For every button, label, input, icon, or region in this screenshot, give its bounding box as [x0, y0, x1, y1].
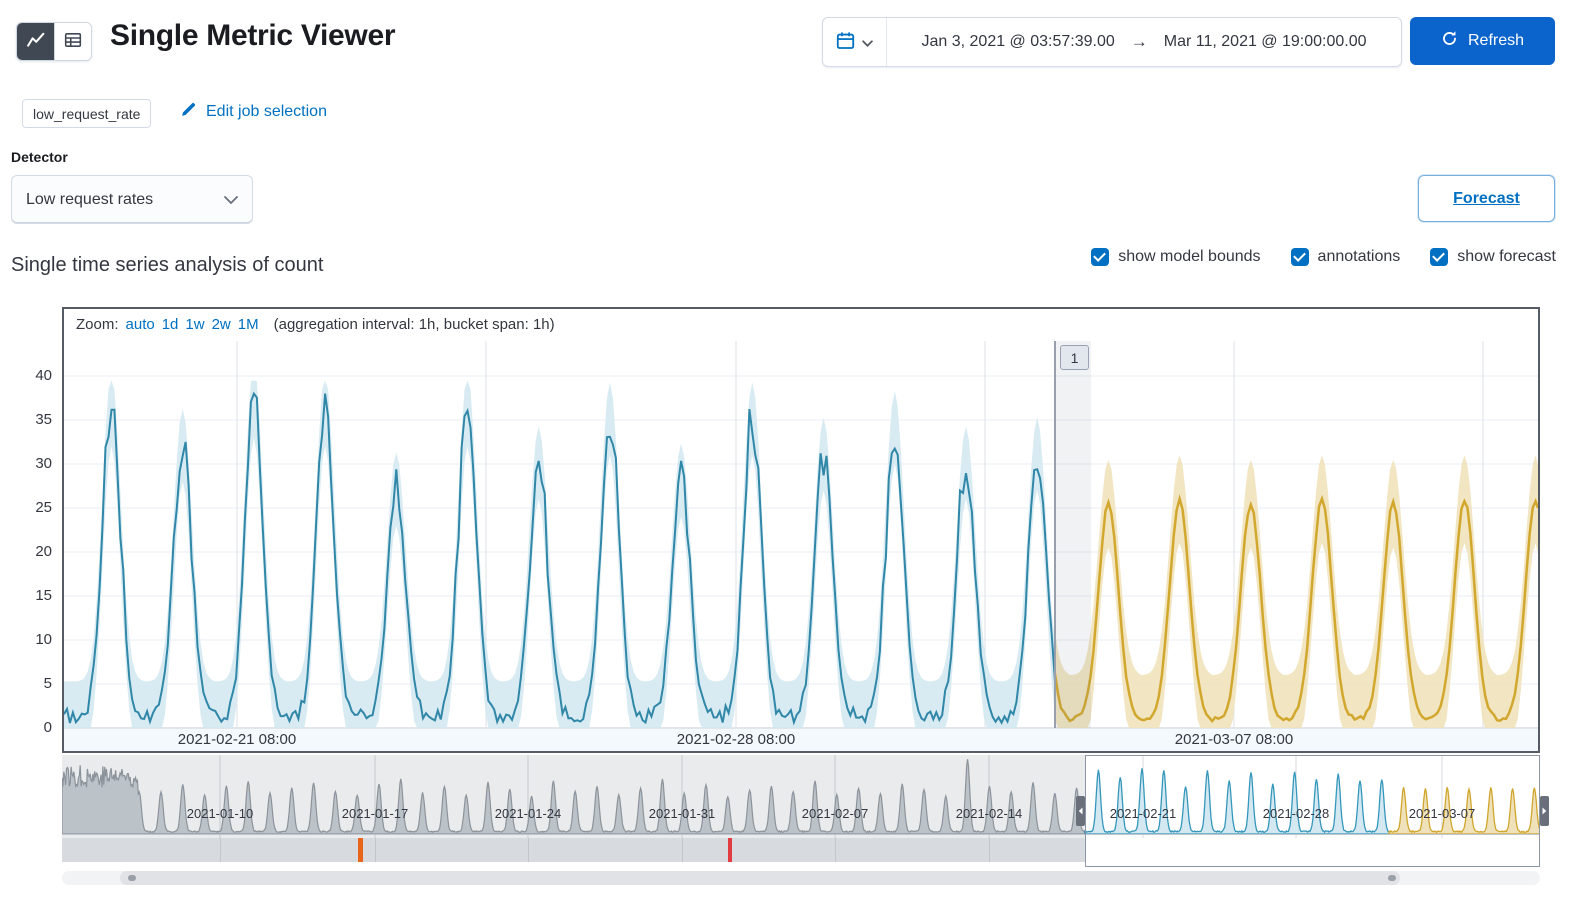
x-axis-tick: 2021-02-28 08:00: [676, 731, 796, 748]
focus-chart-container: Zoom: auto 1d 1w 2w 1M (aggregation inte…: [62, 307, 1540, 753]
page-title: Single Metric Viewer: [110, 19, 396, 52]
forecast-button[interactable]: Forecast: [1418, 175, 1555, 222]
zoom-option-2w[interactable]: 2w: [212, 316, 231, 333]
y-axis-tick: 15: [35, 587, 52, 604]
job-id-badge: low_request_rate: [22, 99, 152, 128]
y-axis-tick: 0: [43, 719, 52, 736]
start-date-button[interactable]: Jan 3, 2021 @ 03:57:39.00: [921, 33, 1114, 51]
x-axis-tick: 2021-03-07 08:00: [1174, 731, 1294, 748]
context-axis-tick: 2021-02-21: [1109, 806, 1177, 821]
brush-right-handle[interactable]: [1540, 796, 1549, 826]
line-chart-icon: [26, 31, 45, 52]
chevron-down-icon: [224, 191, 238, 209]
view-mode-toggle-group: [16, 22, 92, 61]
time-range-picker: Jan 3, 2021 @ 03:57:39.00 → Mar 11, 2021…: [822, 17, 1402, 67]
chevron-down-icon: [862, 35, 873, 50]
y-axis-tick: 20: [35, 543, 52, 560]
show-model-bounds-checkbox[interactable]: [1091, 248, 1110, 266]
context-axis-tick: 2021-01-17: [341, 806, 409, 821]
annotations-label: annotations: [1317, 248, 1401, 265]
swimlane-gridline: [375, 838, 376, 862]
x-axis-tick: 2021-02-21 08:00: [177, 731, 297, 748]
annotation-region: [1055, 341, 1091, 728]
toggle-show-forecast[interactable]: show forecast: [1430, 248, 1556, 266]
show-forecast-checkbox[interactable]: [1430, 248, 1449, 266]
annotations-checkbox[interactable]: [1290, 248, 1309, 266]
single-metric-viewer-page: Single Metric Viewer Jan 3, 2021 @ 03:57…: [0, 0, 1584, 904]
scrollbar-thumb[interactable]: [120, 871, 1400, 885]
context-axis-tick: 2021-03-07: [1408, 806, 1476, 821]
edit-job-selection-link[interactable]: Edit job selection: [180, 101, 327, 123]
chart-view-button[interactable]: [17, 23, 54, 60]
y-axis-tick: 40: [35, 367, 52, 384]
y-axis-tick: 25: [35, 499, 52, 516]
toggle-annotations[interactable]: annotations: [1290, 248, 1401, 266]
chart-toggles: show model bounds annotations show forec…: [1091, 248, 1556, 266]
detector-select[interactable]: Low request rates: [11, 175, 253, 224]
chevron-left-icon: [1078, 807, 1083, 815]
zoom-option-1w[interactable]: 1w: [185, 316, 204, 333]
refresh-icon: [1441, 30, 1458, 52]
brush-left-handle[interactable]: [1076, 796, 1085, 826]
horizontal-scrollbar[interactable]: [62, 871, 1540, 885]
context-axis-tick: 2021-01-24: [494, 806, 562, 821]
aggregation-interval-note: (aggregation interval: 1h, bucket span: …: [273, 316, 555, 333]
pencil-icon: [180, 101, 197, 123]
zoom-option-auto[interactable]: auto: [126, 316, 155, 333]
zoom-option-1d[interactable]: 1d: [162, 316, 179, 333]
y-axis-tick: 10: [35, 631, 52, 648]
context-axis-tick: 2021-02-14: [955, 806, 1023, 821]
refresh-button-label: Refresh: [1467, 32, 1525, 49]
context-axis-tick: 2021-01-31: [648, 806, 716, 821]
context-axis-tick: 2021-02-28: [1262, 806, 1330, 821]
swimlane-gridline: [220, 838, 221, 862]
context-axis-tick: 2021-02-07: [801, 806, 869, 821]
show-model-bounds-label: show model bounds: [1118, 248, 1261, 265]
swimlane-gridline: [989, 838, 990, 862]
swimlane-gridline: [528, 838, 529, 862]
show-forecast-label: show forecast: [1457, 248, 1556, 265]
y-axis-tick: 5: [43, 675, 52, 692]
refresh-button[interactable]: Refresh: [1410, 17, 1555, 65]
annotation-marker[interactable]: [358, 838, 363, 862]
y-axis-tick: 30: [35, 455, 52, 472]
time-range-display: Jan 3, 2021 @ 03:57:39.00 → Mar 11, 2021…: [887, 32, 1401, 52]
detector-selected-value: Low request rates: [26, 190, 154, 208]
edit-job-selection-label: Edit job selection: [206, 103, 327, 120]
table-view-button[interactable]: [54, 23, 91, 60]
scrollbar-right-nub[interactable]: [1388, 875, 1396, 881]
swimlane-gridline: [682, 838, 683, 862]
analysis-section-title: Single time series analysis of count: [11, 254, 324, 276]
zoom-label: Zoom:: [76, 316, 119, 333]
zoom-option-1m[interactable]: 1M: [238, 316, 259, 333]
toggle-show-model-bounds[interactable]: show model bounds: [1091, 248, 1261, 266]
calendar-icon: [836, 31, 855, 53]
scrollbar-left-nub[interactable]: [128, 875, 136, 881]
table-icon: [64, 31, 82, 52]
y-axis-tick: 35: [35, 411, 52, 428]
swimlane-gridline: [835, 838, 836, 862]
annotation-badge[interactable]: 1: [1060, 345, 1089, 370]
zoom-controls: Zoom: auto 1d 1w 2w 1M (aggregation inte…: [76, 316, 555, 333]
end-date-button[interactable]: Mar 11, 2021 @ 19:00:00.00: [1164, 33, 1367, 51]
context-deselected-mask: [62, 755, 1085, 838]
annotation-swimlane: [62, 838, 1085, 862]
focus-chart-svg: [64, 341, 1538, 751]
quick-select-menu-button[interactable]: [823, 18, 887, 66]
detector-label: Detector: [11, 149, 68, 165]
model-bounds-area: [64, 380, 1055, 728]
context-axis-tick: 2021-01-10: [186, 806, 254, 821]
range-arrow-icon: →: [1130, 32, 1148, 51]
annotation-marker[interactable]: [728, 838, 732, 862]
chevron-right-icon: [1542, 807, 1547, 815]
